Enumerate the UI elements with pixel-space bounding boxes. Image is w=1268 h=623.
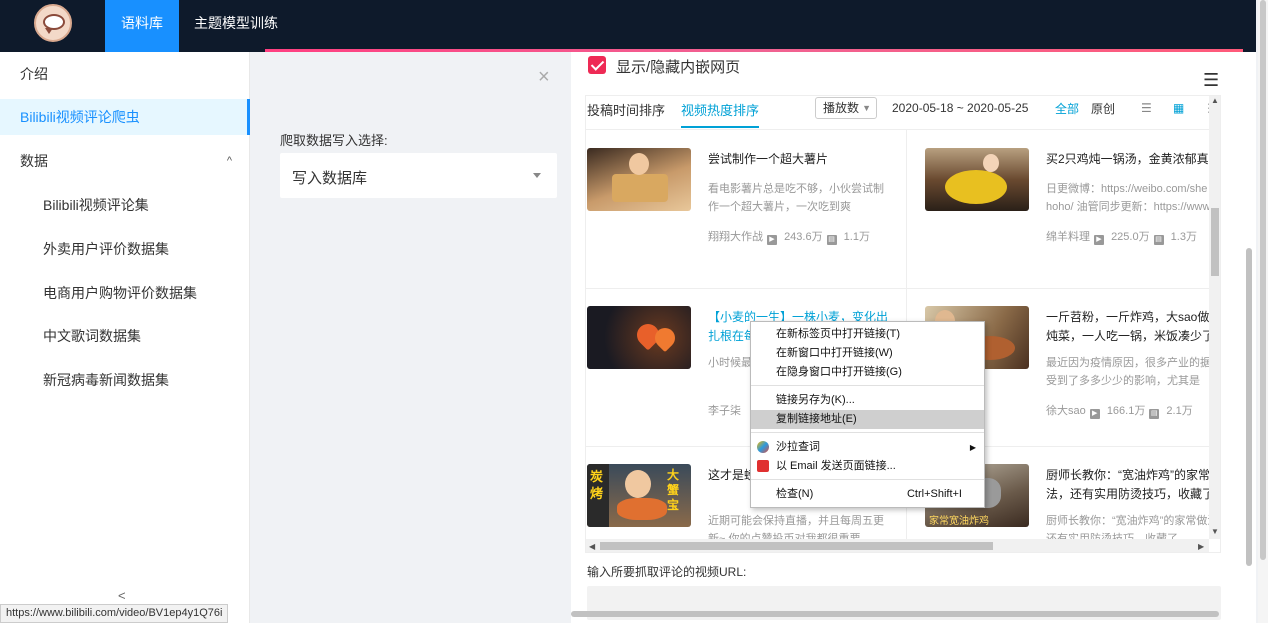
embed-horizontal-scrollbar[interactable]: ◀ ▶ — [586, 539, 1209, 552]
play-count-icon: ▶ — [767, 235, 777, 245]
video-views: 166.1万 — [1106, 405, 1146, 417]
video-desc: 看电影薯片总是吃不够，小伙尝试制作一个超大薯片，一次吃到爽 — [708, 183, 884, 213]
video-author[interactable]: 徐大sao — [1046, 405, 1086, 417]
menu-email-link[interactable]: 以 Email 发送页面链接... — [751, 457, 984, 476]
video-danmaku: 1.1万 — [843, 231, 870, 243]
video-thumbnail[interactable] — [587, 306, 691, 369]
nav-tab-topic-model[interactable]: 主题模型训练 — [188, 0, 284, 52]
menu-open-new-tab[interactable]: 在新标签页中打开链接(T) — [751, 325, 984, 344]
sidebar-item-covid-news[interactable]: 新冠病毒新闻数据集 — [0, 362, 250, 398]
tab-sort-by-time[interactable]: 投稿时间排序 — [587, 100, 665, 119]
video-card[interactable]: 尝试制作一个超大薯片 看电影薯片总是吃不够，小伙尝试制作一个超大薯片，一次吃到爽… — [587, 148, 897, 298]
window-scrollbar-thumb[interactable] — [1260, 0, 1266, 560]
sort-tabs: 投稿时间排序 视频热度排序 播放数 ▼ 2020-05-18 ~ 2020-05-… — [586, 96, 1215, 130]
video-meta: 徐大sao ▶ 166.1万 ▤ 2.1万 — [1046, 402, 1220, 419]
play-count-icon: ▶ — [1089, 409, 1100, 419]
status-bar-url: https://www.bilibili.com/video/BV1ep4y1Q… — [0, 604, 229, 623]
video-desc: 最近因为疫情原因，很多产业的据都受到了多多少少的影响，尤其是 — [1046, 357, 1221, 387]
tab-sort-by-heat[interactable]: 视频热度排序 — [681, 100, 760, 128]
video-desc: 日更微博：https://weibo.com/she hoho/ 油管同步更新：… — [1046, 183, 1211, 213]
scroll-down-icon[interactable]: ▼ — [1211, 527, 1219, 536]
toggle-embed-label[interactable]: 显示/隐藏内嵌网页 — [616, 56, 740, 77]
play-count-icon: ▶ — [1094, 235, 1104, 245]
thumb-text-right: 大蟹宝 — [667, 468, 680, 512]
menu-open-incognito[interactable]: 在隐身窗口中打开链接(G) — [751, 363, 984, 382]
video-thumbnail[interactable] — [587, 148, 691, 211]
window-scrollbar[interactable] — [1258, 0, 1268, 623]
embed-vertical-scroll-thumb[interactable] — [1211, 208, 1219, 276]
video-author[interactable]: 绵羊料理 — [1046, 231, 1090, 243]
close-icon[interactable]: × — [538, 66, 550, 89]
sidebar-item-bilibili-crawler[interactable]: Bilibili视频评论爬虫 — [0, 99, 250, 135]
menu-inspect[interactable]: 检查(N) Ctrl+Shift+I — [751, 485, 984, 504]
filter-original[interactable]: 原创 — [1091, 100, 1115, 117]
scroll-left-icon[interactable]: ◀ — [589, 542, 595, 551]
inspect-shortcut: Ctrl+Shift+I — [906, 488, 962, 500]
menu-copy-link-address[interactable]: 复制链接地址(E) — [751, 410, 984, 429]
list-view-icon[interactable]: ☰ — [1141, 102, 1153, 114]
sidebar-item-intro[interactable]: 介绍 — [0, 56, 250, 92]
saladict-icon — [757, 441, 769, 453]
chevron-up-icon: ^ — [226, 155, 232, 167]
sort-metric-select[interactable]: 播放数 ▼ — [815, 97, 877, 119]
danmaku-count-icon: ▤ — [1153, 235, 1164, 245]
video-danmaku: 2.1万 — [1166, 405, 1193, 417]
video-meta: 绵羊料理 ▶ 225.0万 ▤ 1.3万 — [1046, 228, 1220, 245]
panel-scrollbar-thumb[interactable] — [1246, 248, 1252, 566]
video-views: 225.0万 — [1111, 231, 1150, 243]
scroll-up-icon[interactable]: ▲ — [1211, 96, 1219, 105]
caret-down-icon — [533, 173, 541, 178]
sidebar-item-lyrics[interactable]: 中文歌词数据集 — [0, 318, 250, 354]
menu-save-link-as[interactable]: 链接另存为(K)... — [751, 391, 984, 410]
thumb-text-left: 炭烤 — [590, 469, 604, 501]
video-author[interactable]: 翔翔大作战 — [708, 231, 763, 243]
date-range[interactable]: 2020-05-18 ~ 2020-05-25 — [892, 101, 1028, 115]
menu-icon[interactable]: ☰ — [1203, 70, 1219, 91]
write-target-value: 写入数据库 — [292, 170, 368, 187]
submenu-arrow-icon: ▶ — [969, 443, 976, 452]
video-author[interactable]: 李子柒 — [708, 405, 741, 417]
write-target-select[interactable]: 写入数据库 — [280, 153, 557, 198]
panel-horizontal-scrollbar-thumb[interactable] — [571, 611, 1219, 617]
sidebar-item-takeout-reviews[interactable]: 外卖用户评价数据集 — [0, 231, 250, 267]
video-thumbnail[interactable]: 炭烤 大蟹宝 — [587, 464, 691, 527]
danmaku-count-icon: ▤ — [826, 235, 837, 245]
menu-saladict[interactable]: 沙拉查词 ▶ — [751, 438, 984, 457]
app-logo[interactable] — [34, 4, 72, 42]
nav-tab-corpus[interactable]: 语料库 — [105, 0, 179, 52]
toggle-embed-checkbox[interactable] — [588, 56, 606, 74]
panel-horizontal-scrollbar[interactable] — [571, 610, 1221, 618]
menu-open-new-window[interactable]: 在新窗口中打开链接(W) — [751, 344, 984, 363]
video-views: 243.6万 — [784, 231, 823, 243]
sidebar-item-ecommerce-reviews[interactable]: 电商用户购物评价数据集 — [0, 275, 250, 311]
danmaku-count-icon: ▤ — [1149, 409, 1160, 419]
write-target-label: 爬取数据写入选择: — [280, 133, 388, 148]
embed-vertical-scrollbar[interactable]: ▲ ▼ — [1209, 96, 1220, 539]
video-card[interactable]: 买2只鸡炖一锅汤，金黄浓郁真发 日更微博：https://weibo.com/s… — [925, 148, 1220, 298]
sidebar: 介绍 Bilibili视频评论爬虫 数据 ^ Bilibili视频评论集 外卖用户… — [0, 52, 250, 623]
top-nav-bar: 语料库 主题模型训练 — [0, 0, 1256, 52]
video-title[interactable]: 厨师长教你：“宽油炸鸡”的家常做法，还有实用防烫技巧，收藏了 — [1046, 466, 1220, 506]
sidebar-item-bilibili-comments[interactable]: Bilibili视频评论集 — [0, 187, 250, 223]
crawler-settings-panel: × 爬取数据写入选择: 写入数据库 — [265, 52, 571, 623]
video-thumbnail[interactable] — [925, 148, 1029, 211]
context-menu: 在新标签页中打开链接(T) 在新窗口中打开链接(W) 在隐身窗口中打开链接(G)… — [750, 321, 985, 508]
grid-view-icon[interactable]: ▦ — [1173, 102, 1185, 114]
filter-all[interactable]: 全部 — [1055, 100, 1079, 117]
video-danmaku: 1.3万 — [1170, 231, 1197, 243]
chevron-down-icon: ▼ — [862, 103, 871, 113]
scroll-right-icon[interactable]: ▶ — [1198, 542, 1204, 551]
email-icon — [757, 460, 769, 472]
video-meta: 翔翔大作战 ▶ 243.6万 ▤ 1.1万 — [708, 228, 898, 245]
thumb-caption: 家常宽油炸鸡 — [929, 516, 989, 527]
sidebar-item-data[interactable]: 数据 ^ — [0, 143, 250, 179]
video-title[interactable]: 一斤苕粉，一斤炸鸡，大sao做大炖菜，一人吃一锅，米饭凑少了 — [1046, 308, 1220, 348]
sidebar-collapse-icon[interactable]: < — [118, 588, 126, 603]
url-input-label: 输入所要抓取评论的视频URL: — [587, 565, 747, 579]
embed-horizontal-scroll-thumb[interactable] — [600, 542, 993, 550]
panel-scrollbar[interactable] — [1243, 52, 1256, 623]
